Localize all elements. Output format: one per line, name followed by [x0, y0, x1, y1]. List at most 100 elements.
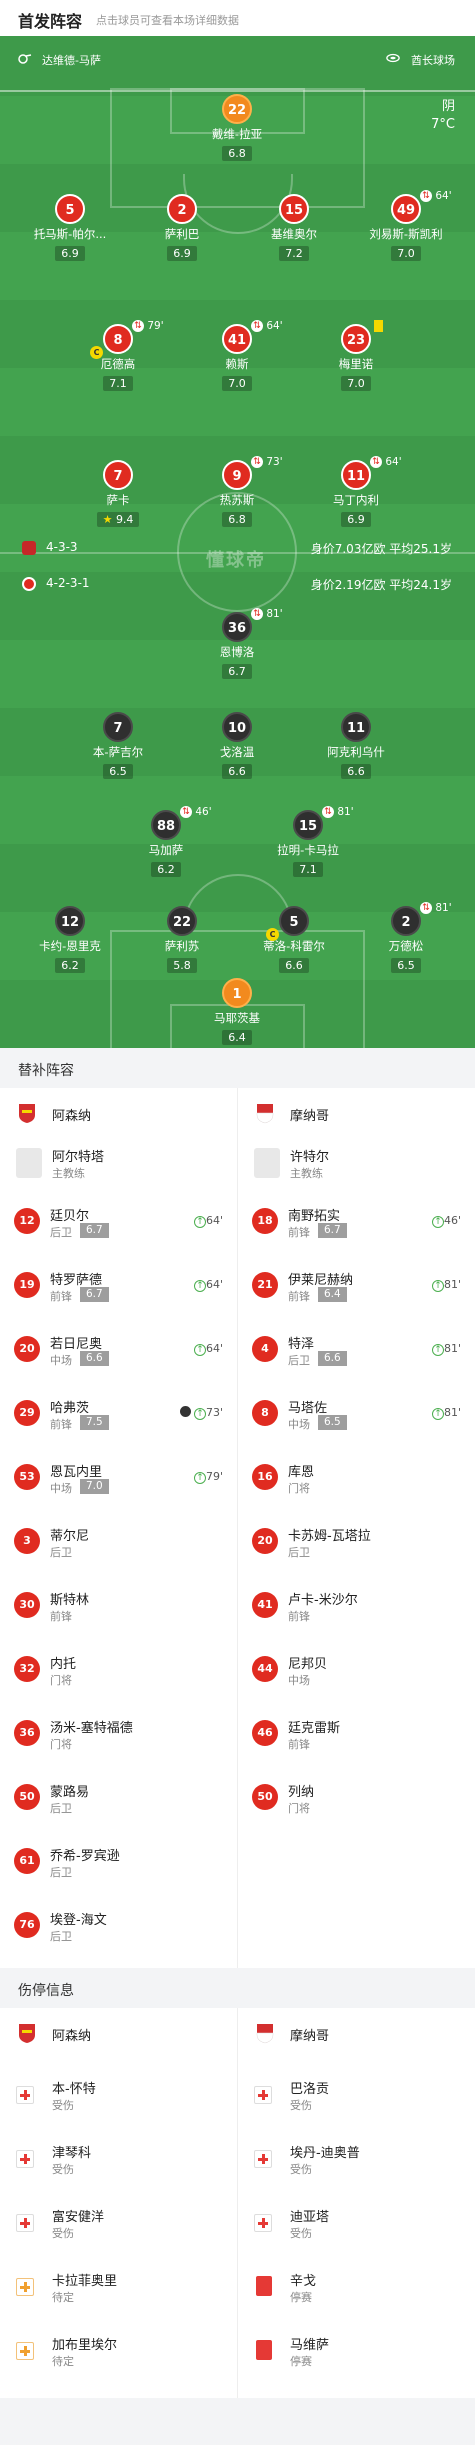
- player-rating: 6.8: [222, 512, 252, 527]
- home-player[interactable]: 23 梅里诺 7.0: [306, 320, 406, 391]
- event-minute: 81': [443, 1406, 461, 1419]
- home-player[interactable]: 41 ⇅ 64' 赖斯 7.0: [187, 320, 287, 391]
- player-rating: 7.1: [103, 376, 133, 391]
- shirt-number: 10: [222, 712, 252, 742]
- player-name: 卡苏姆-瓦塔拉: [288, 1529, 371, 1544]
- player-position: 后卫: [50, 1226, 72, 1239]
- event-minute: 73': [266, 456, 283, 468]
- player-position: 后卫: [50, 1930, 72, 1943]
- home-coach[interactable]: 阿尔特塔 主教练: [0, 1138, 237, 1188]
- sub-icon: ⇅: [132, 320, 144, 332]
- shirt-number: 3: [14, 1528, 40, 1554]
- sub-player-row[interactable]: 76 埃登-海文 后卫: [0, 1900, 237, 1950]
- sub-player-row[interactable]: 12 廷贝尔 后卫 6.7 ↑ 64': [0, 1196, 237, 1246]
- injury-status: 受伤: [52, 2099, 74, 2112]
- sub-out-event: ⇅ 81': [251, 608, 283, 620]
- player-name: 巴洛贡: [290, 2082, 330, 2097]
- away-player[interactable]: 5 C 蒂洛-科雷尔 6.6: [244, 906, 344, 973]
- injury-row[interactable]: 埃丹-迪奥普 受伤: [238, 2128, 475, 2190]
- sub-player-row[interactable]: 50 蒙路易 后卫: [0, 1772, 237, 1822]
- sub-icon: ⇅: [420, 902, 432, 914]
- away-player[interactable]: 12 卡约-恩里克 6.2: [20, 906, 120, 973]
- injury-icon: [16, 2086, 34, 2104]
- away-player[interactable]: 15 ⇅ 81' 拉明-卡马拉 7.1: [258, 806, 358, 877]
- home-player[interactable]: 8 C ⇅ 79' 厄德高 7.1: [68, 320, 168, 391]
- sub-player-row[interactable]: 29 哈弗茨 前锋 7.5 ↑ 73': [0, 1388, 237, 1438]
- home-player[interactable]: 2 萨利巴 6.9: [132, 194, 232, 261]
- home-player[interactable]: 15 基维奥尔 7.2: [244, 194, 344, 261]
- sub-player-row[interactable]: 50 列纳 门将: [238, 1772, 475, 1822]
- sub-player-row[interactable]: 36 汤米-塞特福德 门将: [0, 1708, 237, 1758]
- injury-row[interactable]: 本-怀特 受伤: [0, 2064, 237, 2126]
- arsenal-badge-icon: [22, 540, 36, 555]
- injury-row[interactable]: 加布里埃尔 待定: [0, 2320, 237, 2382]
- sub-player-row[interactable]: 53 恩瓦内里 中场 7.0 ↑ 79': [0, 1452, 237, 1502]
- away-coach[interactable]: 许特尔 主教练: [238, 1138, 475, 1188]
- away-player[interactable]: 11 阿克利乌什 6.6: [306, 712, 406, 779]
- coach-role: 主教练: [52, 1167, 85, 1180]
- player-name: 特泽: [288, 1337, 315, 1352]
- sub-player-row[interactable]: 18 南野拓实 前锋 6.7 ↑ 46': [238, 1196, 475, 1246]
- sub-player-row[interactable]: 46 廷克雷斯 前锋: [238, 1708, 475, 1758]
- sub-player-row[interactable]: 41 卢卡-米沙尔 前锋: [238, 1580, 475, 1630]
- away-formation: 4-2-3-1: [46, 576, 90, 590]
- sub-player-row[interactable]: 21 伊莱尼赫纳 前锋 6.4 ↑ 81': [238, 1260, 475, 1310]
- player-position: 后卫: [50, 1546, 72, 1559]
- sub-in-icon: ↑: [431, 1216, 444, 1228]
- injury-row[interactable]: 富安健洋 受伤: [0, 2192, 237, 2254]
- home-player[interactable]: 7 萨卡 ★ 9.4: [68, 460, 168, 527]
- sub-in-event: ↑ 73': [179, 1406, 223, 1420]
- player-rating: 6.5: [318, 1415, 347, 1430]
- shirt-number: 22: [167, 906, 197, 936]
- player-name: 内托: [50, 1657, 77, 1672]
- sub-player-row[interactable]: 3 蒂尔尼 后卫: [0, 1516, 237, 1566]
- sub-player-row[interactable]: 30 斯特林 前锋: [0, 1580, 237, 1630]
- away-player[interactable]: 7 本-萨吉尔 6.5: [68, 712, 168, 779]
- away-player[interactable]: 36 ⇅ 81' 恩博洛 6.7: [187, 608, 287, 679]
- injury-row[interactable]: 巴洛贡 受伤: [238, 2064, 475, 2126]
- injury-row[interactable]: 马维萨 停赛: [238, 2320, 475, 2382]
- injury-row[interactable]: 辛戈 停赛: [238, 2256, 475, 2318]
- sub-player-row[interactable]: 32 内托 门将: [0, 1644, 237, 1694]
- away-player[interactable]: 2 ⇅ 81' 万德松 6.5: [356, 902, 456, 973]
- whistle-icon: [18, 54, 32, 64]
- sub-out-event: ⇅ 46': [180, 806, 212, 818]
- home-player[interactable]: 11 ⇅ 64' 马丁内利 6.9: [306, 456, 406, 527]
- injury-icon: [16, 2150, 34, 2168]
- sub-player-row[interactable]: 4 特泽 后卫 6.6 ↑ 81': [238, 1324, 475, 1374]
- shirt-number: 18: [252, 1208, 278, 1234]
- sub-player-row[interactable]: 19 特罗萨德 前锋 6.7 ↑ 64': [0, 1260, 237, 1310]
- player-name: 萨利巴: [164, 227, 200, 241]
- sub-player-row[interactable]: 20 若日尼奥 中场 6.6 ↑ 64': [0, 1324, 237, 1374]
- home-player[interactable]: 9 ⇅ 73' 热苏斯 6.8: [187, 456, 287, 527]
- player-rating: 6.8: [222, 146, 252, 161]
- player-rating: 6.6: [279, 958, 309, 973]
- away-player[interactable]: 1 马耶茨基 6.4: [187, 978, 287, 1045]
- away-player[interactable]: 88 ⇅ 46' 马加萨 6.2: [116, 806, 216, 877]
- away-player[interactable]: 10 戈洛温 6.6: [187, 712, 287, 779]
- home-player[interactable]: 22 戴维-拉亚 6.8: [187, 94, 287, 161]
- sub-player-row[interactable]: 44 尼邦贝 中场: [238, 1644, 475, 1694]
- injury-row[interactable]: 津琴科 受伤: [0, 2128, 237, 2190]
- shirt-number: 29: [14, 1400, 40, 1426]
- player-name: 廷克雷斯: [288, 1721, 341, 1736]
- injury-row[interactable]: 卡拉菲奥里 待定: [0, 2256, 237, 2318]
- shirt-number: 8: [252, 1400, 278, 1426]
- sub-player-row[interactable]: 20 卡苏姆-瓦塔拉 后卫: [238, 1516, 475, 1566]
- away-player[interactable]: 22 萨利苏 5.8: [132, 906, 232, 973]
- event-minute: 81': [337, 806, 354, 818]
- player-rating: 7.2: [279, 246, 309, 261]
- player-position: 前锋: [288, 1738, 310, 1751]
- home-player[interactable]: 49 ⇅ 64' 刘易斯-斯凯利 7.0: [356, 190, 456, 261]
- sub-player-row[interactable]: 61 乔希-罗宾逊 后卫: [0, 1836, 237, 1886]
- injuries-title: 伤停信息: [18, 1983, 74, 1999]
- shirt-number: 7: [103, 712, 133, 742]
- player-position: 中场: [288, 1674, 310, 1687]
- home-player[interactable]: 5 托马斯-帕尔... 6.9: [20, 194, 120, 261]
- injury-row[interactable]: 迪亚塔 受伤: [238, 2192, 475, 2254]
- event-minute: 81': [266, 608, 283, 620]
- player-rating: 6.7: [80, 1223, 109, 1238]
- sub-player-row[interactable]: 8 马塔佐 中场 6.5 ↑ 81': [238, 1388, 475, 1438]
- sub-player-row[interactable]: 16 库恩 门将: [238, 1452, 475, 1502]
- player-name: 特罗萨德: [50, 1273, 103, 1288]
